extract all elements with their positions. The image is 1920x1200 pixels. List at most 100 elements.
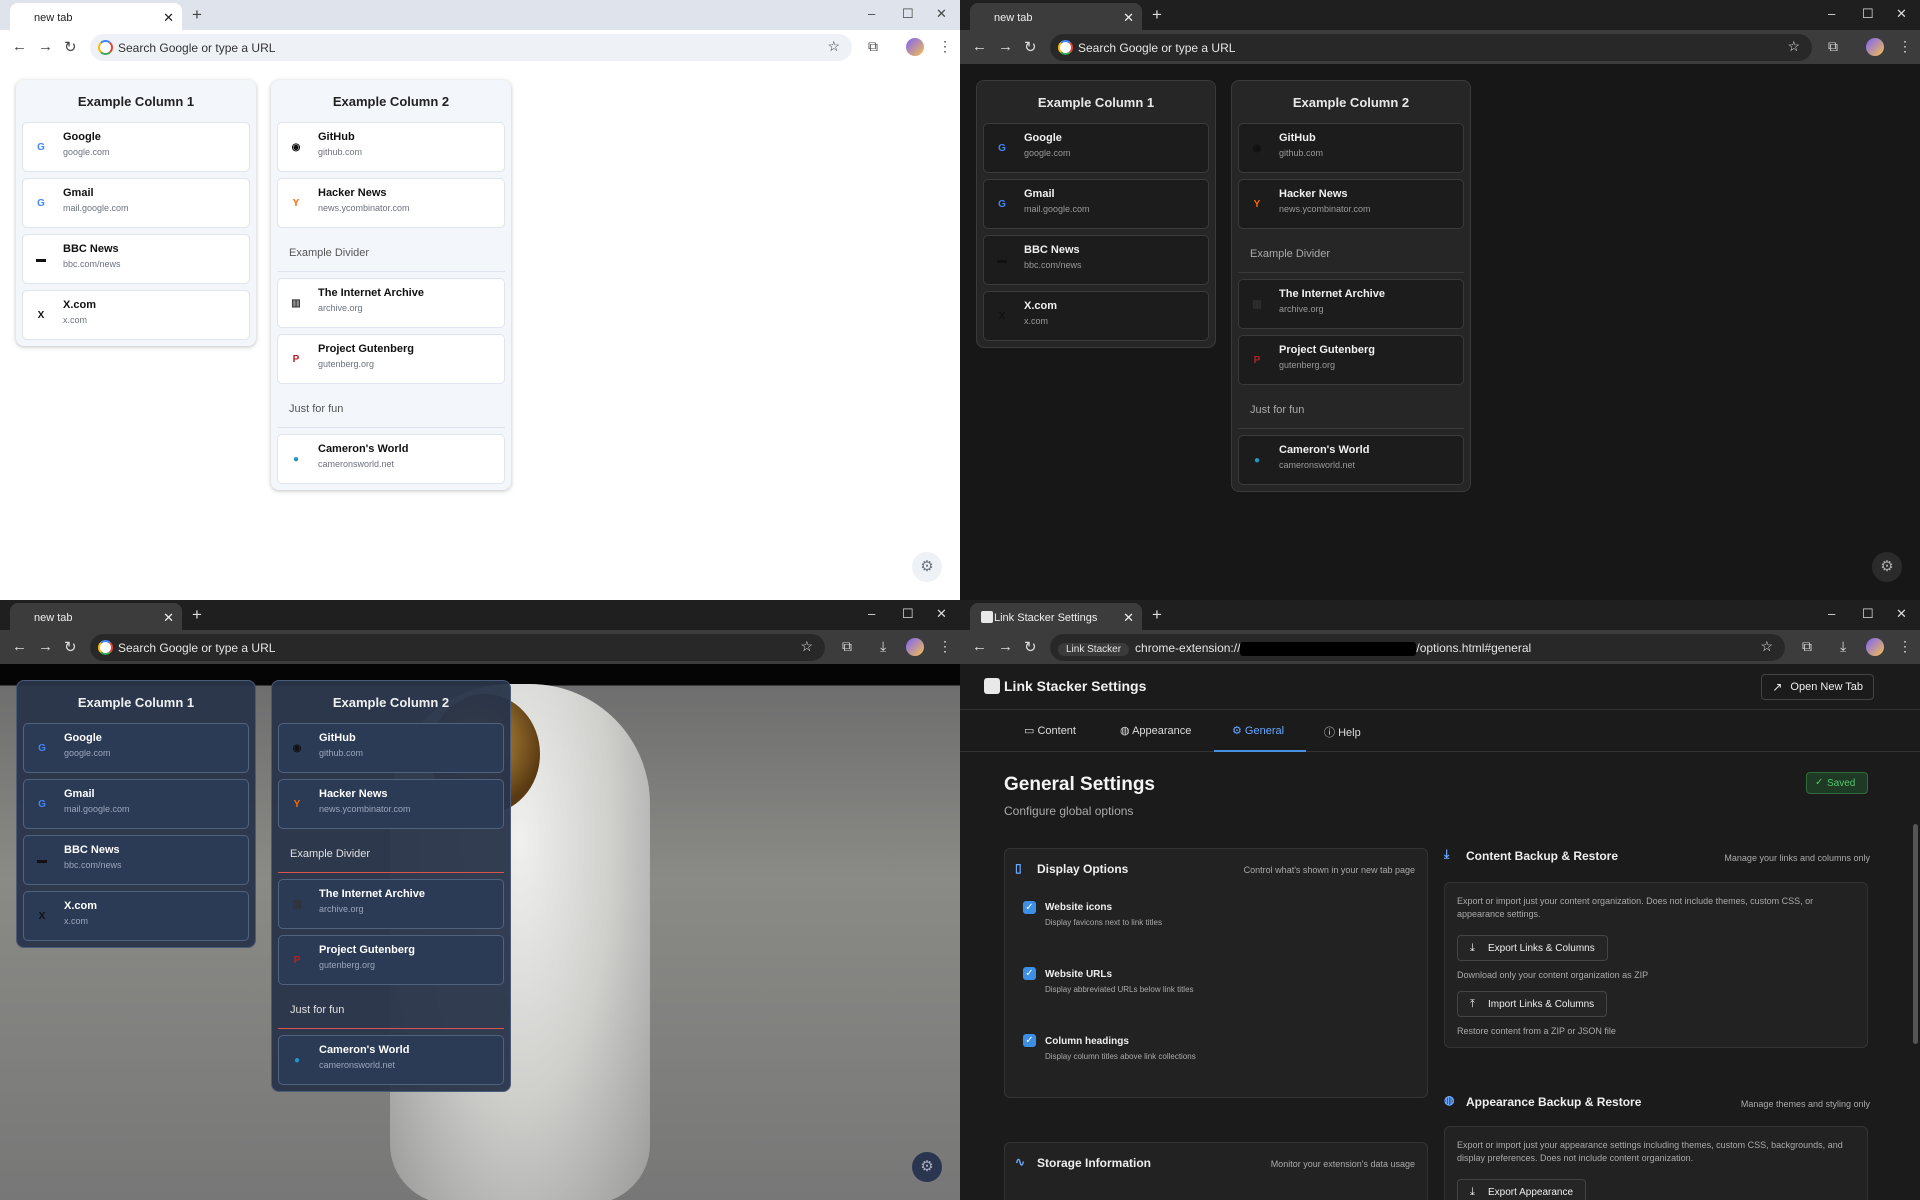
export-appearance-button[interactable]: ⤓ Export Appearance <box>1457 1179 1587 1200</box>
minimize-button[interactable]: – <box>1828 6 1835 21</box>
new-tab-button[interactable]: + <box>1152 605 1162 625</box>
reload-icon[interactable]: ↻ <box>64 38 77 56</box>
close-window-button[interactable]: ✕ <box>1896 606 1907 622</box>
link-card[interactable]: G Gmail mail.google.com <box>22 178 250 228</box>
menu-kebab-icon[interactable]: ⋮ <box>938 638 952 655</box>
profile-avatar[interactable] <box>906 38 924 56</box>
bookmark-star-icon[interactable]: ☆ <box>827 38 840 55</box>
forward-arrow-icon[interactable]: → <box>998 638 1013 655</box>
menu-kebab-icon[interactable]: ⋮ <box>1898 638 1912 655</box>
link-card[interactable]: ◉ GitHub github.com <box>277 122 505 172</box>
link-card[interactable]: ◉ GitHub github.com <box>278 723 504 773</box>
link-card[interactable]: G Gmail mail.google.com <box>983 179 1209 229</box>
link-card[interactable]: ◉ GitHub github.com <box>1238 123 1464 173</box>
tab-close-icon[interactable]: ✕ <box>163 10 174 26</box>
profile-avatar[interactable] <box>1866 638 1884 656</box>
link-card[interactable]: ▬ BBC News bbc.com/news <box>983 235 1209 285</box>
close-window-button[interactable]: ✕ <box>936 606 947 622</box>
address-bar[interactable]: Search Google or type a URL ☆ <box>1050 34 1812 61</box>
address-bar[interactable]: Search Google or type a URL ☆ <box>90 634 825 661</box>
forward-arrow-icon[interactable]: → <box>38 38 53 55</box>
tab-close-icon[interactable]: ✕ <box>1123 10 1134 26</box>
tab-content[interactable]: ▭ Content <box>1024 724 1076 737</box>
browser-tab[interactable]: new tab ✕ <box>970 3 1142 30</box>
column-headings-checkbox[interactable]: ✓ <box>1023 1034 1036 1047</box>
link-card[interactable]: G Google google.com <box>23 723 249 773</box>
import-links-button[interactable]: ⤒ Import Links & Columns <box>1457 991 1608 1017</box>
back-arrow-icon[interactable]: ← <box>12 638 27 655</box>
bookmark-star-icon[interactable]: ☆ <box>1787 38 1800 55</box>
link-card[interactable]: Y Hacker News news.ycombinator.com <box>278 779 504 829</box>
extensions-icon[interactable]: ⧉ <box>1802 638 1812 655</box>
download-icon[interactable]: ⤓ <box>1840 638 1846 655</box>
minimize-button[interactable]: – <box>1828 606 1835 621</box>
website-icons-checkbox[interactable]: ✓ <box>1023 901 1036 914</box>
minimize-button[interactable]: – <box>868 606 875 621</box>
reload-icon[interactable]: ↻ <box>64 638 77 656</box>
browser-tab[interactable]: new tab ✕ <box>10 3 182 30</box>
link-card[interactable]: ▬ BBC News bbc.com/news <box>23 835 249 885</box>
link-card[interactable]: P Project Gutenberg gutenberg.org <box>278 935 504 985</box>
tab-general[interactable]: ⚙ General <box>1232 724 1284 737</box>
menu-kebab-icon[interactable]: ⋮ <box>1898 38 1912 55</box>
website-urls-checkbox[interactable]: ✓ <box>1023 967 1036 980</box>
settings-gear-icon[interactable]: ⚙ <box>912 552 942 582</box>
link-card[interactable]: G Gmail mail.google.com <box>23 779 249 829</box>
link-card[interactable]: P Project Gutenberg gutenberg.org <box>1238 335 1464 385</box>
link-card[interactable]: G Google google.com <box>983 123 1209 173</box>
back-arrow-icon[interactable]: ← <box>972 638 987 655</box>
back-arrow-icon[interactable]: ← <box>12 38 27 55</box>
forward-arrow-icon[interactable]: → <box>38 638 53 655</box>
extensions-icon[interactable]: ⧉ <box>842 638 852 655</box>
link-card[interactable]: ● Cameron's World cameronsworld.net <box>278 1035 504 1085</box>
maximize-button[interactable]: ☐ <box>1862 606 1874 622</box>
link-card[interactable]: G Google google.com <box>22 122 250 172</box>
browser-tab[interactable]: Link Stacker Settings ✕ <box>970 603 1142 630</box>
link-card[interactable]: ● Cameron's World cameronsworld.net <box>277 434 505 484</box>
maximize-button[interactable]: ☐ <box>902 6 914 22</box>
link-card[interactable]: Y Hacker News news.ycombinator.com <box>277 178 505 228</box>
reload-icon[interactable]: ↻ <box>1024 638 1037 656</box>
maximize-button[interactable]: ☐ <box>1862 6 1874 22</box>
new-tab-button[interactable]: + <box>1152 5 1162 25</box>
reload-icon[interactable]: ↻ <box>1024 38 1037 56</box>
profile-avatar[interactable] <box>906 638 924 656</box>
extensions-icon[interactable]: ⧉ <box>1828 38 1838 55</box>
settings-gear-icon[interactable]: ⚙ <box>1872 552 1902 582</box>
bookmark-star-icon[interactable]: ☆ <box>800 638 813 655</box>
extensions-icon[interactable]: ⧉ <box>868 38 878 55</box>
browser-tab[interactable]: new tab ✕ <box>10 603 182 630</box>
address-bar[interactable]: Search Google or type a URL ☆ <box>90 34 852 61</box>
address-bar[interactable]: Link Stacker chrome-extension:// /options.… <box>1050 634 1785 661</box>
link-card[interactable]: ▥ The Internet Archive archive.org <box>278 879 504 929</box>
download-icon[interactable]: ⤓ <box>880 638 886 655</box>
tab-close-icon[interactable]: ✕ <box>1123 610 1134 626</box>
back-arrow-icon[interactable]: ← <box>972 38 987 55</box>
link-card[interactable]: Y Hacker News news.ycombinator.com <box>1238 179 1464 229</box>
tab-appearance[interactable]: ◍ Appearance <box>1120 724 1191 737</box>
menu-kebab-icon[interactable]: ⋮ <box>938 38 952 55</box>
profile-avatar[interactable] <box>1866 38 1884 56</box>
export-links-button[interactable]: ⤓ Export Links & Columns <box>1457 935 1608 961</box>
link-card[interactable]: ▬ BBC News bbc.com/news <box>22 234 250 284</box>
settings-gear-icon[interactable]: ⚙ <box>912 1152 942 1182</box>
open-new-tab-button[interactable]: ↗ Open New Tab <box>1761 674 1874 700</box>
scrollbar[interactable] <box>1913 824 1918 1044</box>
new-tab-button[interactable]: + <box>192 605 202 625</box>
tab-close-icon[interactable]: ✕ <box>163 610 174 626</box>
link-card[interactable]: ● Cameron's World cameronsworld.net <box>1238 435 1464 485</box>
forward-arrow-icon[interactable]: → <box>998 38 1013 55</box>
link-card[interactable]: X X.com x.com <box>22 290 250 340</box>
link-card[interactable]: ▥ The Internet Archive archive.org <box>277 278 505 328</box>
tab-help[interactable]: ⓘ Help <box>1324 724 1361 740</box>
minimize-button[interactable]: – <box>868 6 875 21</box>
bookmark-star-icon[interactable]: ☆ <box>1760 638 1773 655</box>
link-card[interactable]: P Project Gutenberg gutenberg.org <box>277 334 505 384</box>
new-tab-button[interactable]: + <box>192 5 202 25</box>
link-card[interactable]: X X.com x.com <box>983 291 1209 341</box>
link-card[interactable]: X X.com x.com <box>23 891 249 941</box>
close-window-button[interactable]: ✕ <box>936 6 947 22</box>
maximize-button[interactable]: ☐ <box>902 606 914 622</box>
close-window-button[interactable]: ✕ <box>1896 6 1907 22</box>
link-card[interactable]: ▥ The Internet Archive archive.org <box>1238 279 1464 329</box>
